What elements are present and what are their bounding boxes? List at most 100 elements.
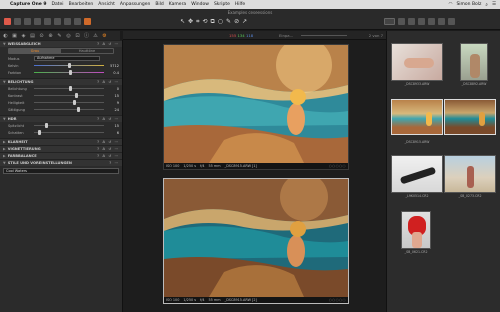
- tab-local[interactable]: ✎: [56, 33, 63, 39]
- cursor-icon[interactable]: ↖: [180, 18, 185, 25]
- style-select[interactable]: Cool Waters: [3, 168, 119, 174]
- kelvin-value[interactable]: 5712: [110, 64, 119, 68]
- search-icon[interactable]: ⌕: [485, 2, 488, 8]
- crop-icon[interactable]: ⌗: [196, 18, 199, 25]
- exposure-slider[interactable]: [34, 100, 104, 105]
- rating-stars[interactable]: ○○○○○: [329, 164, 346, 168]
- view-grid-icon[interactable]: [384, 18, 395, 25]
- focus-mask-icon[interactable]: [408, 18, 415, 25]
- hdr-header[interactable]: ▼ HDR ? A ↺ ⋯: [0, 115, 122, 122]
- viewer-image-1[interactable]: ISO 100 1/250 s f/4 55 mm _DSC8915.ARW […: [163, 44, 349, 170]
- menu-bearbeiten[interactable]: Bearbeiten: [69, 2, 94, 7]
- exposure-slider[interactable]: [34, 86, 104, 91]
- viewer-image-2[interactable]: ISO 100 1/250 s f/4 55 mm _DSC8915.ARW […: [163, 178, 349, 304]
- thumbnail[interactable]: [444, 99, 496, 135]
- share-icon[interactable]: [84, 18, 91, 25]
- hdr-slider[interactable]: [34, 130, 104, 135]
- menu-ansicht[interactable]: Ansicht: [98, 2, 115, 7]
- menu-anpassungen[interactable]: Anpassungen: [120, 2, 150, 7]
- exposure-warning-icon[interactable]: [398, 18, 405, 25]
- grid-icon[interactable]: [418, 18, 425, 25]
- thumbnail[interactable]: [391, 99, 443, 135]
- section-controls[interactable]: ? A ↺ ⋯: [97, 117, 119, 121]
- hdr-slider-knob[interactable]: [44, 123, 48, 128]
- hdr-slider[interactable]: [34, 123, 104, 128]
- brush-icon[interactable]: ✎: [226, 18, 231, 25]
- menu-app-name[interactable]: Capture One 9: [10, 2, 47, 7]
- tint-knob[interactable]: [69, 70, 72, 75]
- exposure-header[interactable]: ▼ BELICHTUNG ? A ↺ ⋯: [0, 78, 122, 85]
- wifi-icon[interactable]: ◠: [449, 2, 453, 7]
- section-controls[interactable]: ? A ↺ ⋯: [97, 147, 119, 151]
- exposure-slider-knob[interactable]: [72, 100, 76, 105]
- clarity-header[interactable]: ▶ KLARHEIT ? A ↺ ⋯: [0, 138, 122, 145]
- keystone-icon[interactable]: ⧉: [210, 18, 214, 25]
- camera-icon[interactable]: [14, 18, 21, 25]
- exposure-value[interactable]: 9: [117, 101, 119, 105]
- tint-slider[interactable]: [34, 70, 104, 75]
- section-controls[interactable]: ? A ↺ ⋯: [97, 140, 119, 144]
- section-controls[interactable]: ? ⋯: [109, 161, 119, 165]
- export-icon[interactable]: [64, 18, 71, 25]
- thumbnail[interactable]: _SB_0621.CR2: [401, 211, 431, 254]
- vignetting-header[interactable]: ▶ VIGNETTIERUNG ? A ↺ ⋯: [0, 145, 122, 152]
- proof-icon[interactable]: [438, 18, 445, 25]
- tint-value[interactable]: 0.4: [113, 71, 119, 75]
- exposure-slider[interactable]: [34, 93, 104, 98]
- copy-icon[interactable]: ↗: [242, 18, 247, 25]
- section-controls[interactable]: ? A ↺ ⋯: [97, 80, 119, 84]
- section-controls[interactable]: ? A ↺ ⋯: [97, 154, 119, 158]
- thumbnail[interactable]: _DSC8933.ARW: [391, 43, 443, 86]
- list-icon[interactable]: ☰: [492, 2, 496, 7]
- thumbnail[interactable]: _L9K0514.CR2: [391, 155, 443, 198]
- tab-capture[interactable]: ▣: [11, 33, 18, 39]
- process-icon[interactable]: [54, 18, 61, 25]
- menu-kamera[interactable]: Kamera: [169, 2, 186, 7]
- menu-bild[interactable]: Bild: [155, 2, 163, 7]
- gear-icon[interactable]: [74, 18, 81, 25]
- help-icon[interactable]: [448, 18, 455, 25]
- thumbnail[interactable]: _DSC8892.ARW: [460, 43, 488, 86]
- pan-icon[interactable]: ✥: [188, 18, 193, 25]
- tab-hauttoene[interactable]: Hauttöne: [61, 49, 113, 53]
- tab-metadata[interactable]: ⓘ: [83, 32, 90, 39]
- menu-skripte[interactable]: Skripte: [214, 2, 230, 7]
- exposure-value[interactable]: 24: [115, 108, 119, 112]
- folder-icon[interactable]: [24, 18, 31, 25]
- styles-header[interactable]: ▼ STILE UND VOREINSTELLUNGEN ? ⋯: [0, 159, 122, 166]
- menu-datei[interactable]: Datei: [52, 2, 64, 7]
- kelvin-slider[interactable]: [34, 63, 104, 68]
- tab-lens[interactable]: ◈: [20, 33, 27, 39]
- tab-grau[interactable]: Grau: [9, 49, 61, 53]
- hdr-value[interactable]: 15: [115, 124, 119, 128]
- color-balance-header[interactable]: ▶ FARBBALANCE ? A ↺ ⋯: [0, 152, 122, 159]
- guides-icon[interactable]: [428, 18, 435, 25]
- kelvin-knob[interactable]: [67, 63, 71, 68]
- import-icon[interactable]: [4, 18, 11, 25]
- menu-window[interactable]: Window: [191, 2, 209, 7]
- exposure-slider[interactable]: [34, 107, 104, 112]
- section-controls[interactable]: ? A ↺ ⋯: [97, 42, 119, 46]
- tab-output[interactable]: ⚠: [92, 33, 99, 39]
- tab-composition[interactable]: ▤: [29, 33, 36, 39]
- tab-exposure[interactable]: ⊙: [38, 33, 45, 39]
- rotate-icon[interactable]: ⟲: [202, 18, 207, 25]
- rating-stars[interactable]: ○○○○○: [329, 298, 346, 302]
- exposure-slider-knob[interactable]: [69, 86, 72, 91]
- user-name[interactable]: Simon Bolz: [456, 2, 481, 7]
- hdr-slider-knob[interactable]: [38, 130, 42, 135]
- tab-batch[interactable]: ⚙: [101, 33, 108, 39]
- mode-select[interactable]: Aufnahme: [34, 56, 100, 61]
- exposure-value[interactable]: 15: [115, 94, 119, 98]
- exposure-slider-knob[interactable]: [74, 93, 78, 98]
- hdr-value[interactable]: 6: [117, 131, 119, 135]
- picker-icon[interactable]: ⊘: [234, 18, 239, 25]
- tab-color[interactable]: ⊕: [47, 33, 54, 39]
- tab-library[interactable]: ◐: [2, 33, 9, 39]
- white-balance-header[interactable]: ▼ WEISSABGLEICH ? A ↺ ⋯: [0, 40, 122, 47]
- exposure-slider-knob[interactable]: [77, 107, 81, 112]
- redo-icon[interactable]: [44, 18, 51, 25]
- menu-hilfe[interactable]: Hilfe: [235, 2, 245, 7]
- zoom-mode[interactable]: Einpa...: [279, 33, 293, 38]
- exposure-value[interactable]: 0: [117, 87, 119, 91]
